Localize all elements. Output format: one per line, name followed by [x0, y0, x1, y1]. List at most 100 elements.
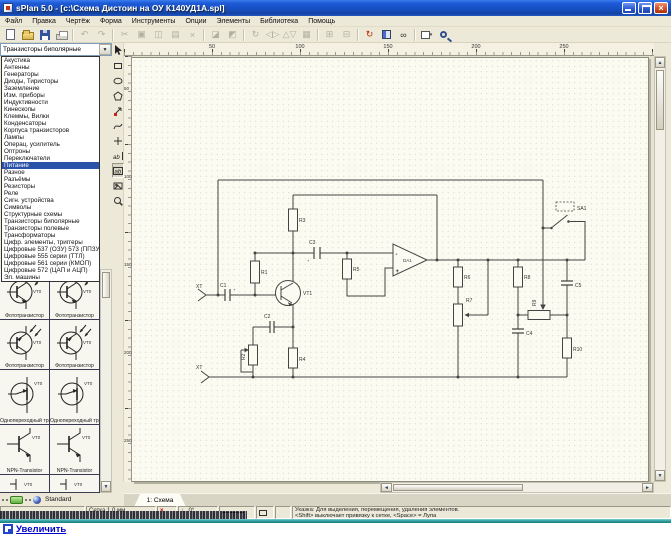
list-item[interactable]: Транзисторы биполярные — [2, 218, 99, 225]
component-cell-partial[interactable]: VT0 — [50, 475, 100, 493]
curve-tool-icon[interactable] — [112, 118, 124, 133]
vertical-scrollbar[interactable]: ▲ ▼ — [654, 56, 666, 482]
open-folder-icon[interactable] — [19, 28, 36, 42]
combo-dropdown-icon[interactable]: ▼ — [99, 44, 111, 55]
list-item[interactable]: Операц. усилитель — [2, 141, 99, 148]
list-item[interactable]: Акустика — [2, 57, 99, 64]
scroll-right-icon[interactable]: ► — [642, 483, 653, 492]
list-item[interactable]: Трансформаторы — [2, 232, 99, 239]
zoom-tool-icon[interactable] — [112, 193, 124, 208]
shape-select-icon[interactable]: ▾ — [418, 28, 435, 42]
list-item[interactable]: Цифр. элементы, триггеры — [2, 239, 99, 246]
list-item[interactable]: Цифровые 561 серии (КМОП) — [2, 260, 99, 267]
component-r1[interactable]: R1 — [251, 261, 268, 283]
component-c2[interactable]: C2 — [264, 314, 271, 320]
component-da1[interactable]: - + DA1 — [393, 244, 427, 276]
cut-icon[interactable]: ✂ — [116, 28, 133, 42]
menu-edit[interactable]: Правка — [27, 18, 61, 25]
component-c5[interactable]: C5 — [575, 283, 582, 289]
list-item[interactable]: Кинескопы — [2, 106, 99, 113]
rotate-free-icon[interactable]: ↻ — [361, 28, 378, 42]
component-cell-unijunction[interactable]: VT0 Однопереходный транз. — [50, 370, 100, 425]
scroll-down-icon[interactable]: ▼ — [101, 481, 111, 492]
list-item[interactable]: Резисторы — [2, 183, 99, 190]
list-item[interactable]: Символы — [2, 204, 99, 211]
list-item[interactable]: Цифровые 572 (ЦАП и АЦП) — [2, 267, 99, 274]
component-grid-scrollbar[interactable]: ▼ — [100, 269, 112, 493]
category-combo[interactable]: Транзисторы биполярные — [0, 43, 112, 56]
component-c4[interactable]: C4 — [526, 331, 533, 337]
component-r6[interactable]: R6 — [454, 267, 471, 287]
menu-file[interactable]: Файл — [0, 18, 27, 25]
enlarge-link[interactable]: Увеличить — [16, 524, 66, 535]
undo-icon[interactable]: ↶ — [76, 28, 93, 42]
select-tool-icon[interactable] — [112, 43, 124, 58]
group-icon[interactable]: ⊞ — [321, 28, 338, 42]
component-cell-phototransistor[interactable]: VT0 Фототранзистор — [50, 320, 100, 370]
list-item[interactable]: Эл. машины — [2, 274, 99, 281]
menu-form[interactable]: Форма — [95, 18, 127, 25]
list-item[interactable]: Оптроны — [2, 148, 99, 155]
palette-dot[interactable] — [6, 499, 8, 501]
list-item[interactable]: Реле — [2, 190, 99, 197]
menu-drawing[interactable]: Чертёж — [61, 18, 95, 25]
copy-icon[interactable]: ▣ — [133, 28, 150, 42]
list-item[interactable]: Переключатели — [2, 155, 99, 162]
menu-help[interactable]: Помощь — [303, 18, 340, 25]
scroll-down-icon[interactable]: ▼ — [655, 470, 665, 481]
component-cell-npn[interactable]: VT0 NPN-Transistor — [50, 425, 100, 475]
menu-options[interactable]: Опции — [180, 18, 211, 25]
list-item[interactable]: Корпуса транзисторов — [2, 127, 99, 134]
scrollbar-thumb[interactable] — [102, 272, 110, 298]
paste-icon[interactable]: ◫ — [150, 28, 167, 42]
textbox-tool-icon[interactable]: ab — [112, 163, 124, 178]
node-tool-icon[interactable] — [112, 133, 124, 148]
delete-icon[interactable]: × — [184, 28, 201, 42]
text-tool-icon[interactable]: ab — [112, 148, 124, 163]
minimize-button[interactable] — [622, 2, 636, 14]
menu-elements[interactable]: Элементы — [212, 18, 256, 25]
rotate-icon[interactable]: ↻ — [247, 28, 264, 42]
component-cell-unijunction[interactable]: VT0 Однопереходный транз. — [0, 370, 50, 425]
menu-library[interactable]: Библиотека — [255, 18, 303, 25]
scroll-up-icon[interactable]: ▲ — [655, 57, 665, 68]
bring-to-front-icon[interactable]: ◪ — [207, 28, 224, 42]
list-item[interactable]: Структурные схемы — [2, 211, 99, 218]
restore-button[interactable] — [638, 2, 652, 14]
properties-panel-icon[interactable] — [378, 28, 395, 42]
list-item[interactable]: Изм. приборы — [2, 92, 99, 99]
list-item[interactable]: Разное — [2, 169, 99, 176]
list-item[interactable]: Антенны — [2, 64, 99, 71]
scroll-left-icon[interactable]: ◄ — [381, 483, 392, 492]
new-icon[interactable] — [2, 28, 19, 42]
list-item[interactable]: Цифровые 537 (ОЗУ) 573 (ППЗУ) — [2, 246, 99, 253]
ellipse-tool-icon[interactable] — [112, 73, 124, 88]
menu-tools[interactable]: Инструменты — [127, 18, 181, 25]
color-sphere-icon[interactable] — [33, 496, 41, 504]
list-item[interactable]: Заземление — [2, 85, 99, 92]
component-cell-npn[interactable]: VT0 NPN-Transistor — [0, 425, 50, 475]
save-icon[interactable] — [36, 28, 53, 42]
scrollbar-thumb[interactable] — [656, 70, 664, 130]
print-icon[interactable] — [53, 28, 70, 42]
palette-dot[interactable] — [2, 499, 4, 501]
component-cell-phototransistor[interactable]: VT0 Фототранзистор — [0, 320, 50, 370]
polygon-tool-icon[interactable] — [112, 88, 124, 103]
image-tool-icon[interactable] — [112, 178, 124, 193]
list-item[interactable]: Диоды, Тиристоры — [2, 78, 99, 85]
component-vt1[interactable]: VT1 — [276, 281, 313, 307]
special-shape-tool-icon[interactable] — [112, 103, 124, 118]
layer-selector-icon[interactable] — [10, 496, 23, 504]
redo-icon[interactable]: ↷ — [93, 28, 110, 42]
list-item[interactable]: Транзисторы полевые — [2, 225, 99, 232]
palette-dot[interactable] — [29, 499, 31, 501]
list-item[interactable]: Сигн. устройства — [2, 197, 99, 204]
component-r2[interactable]: R2 — [241, 345, 258, 365]
scrollbar-thumb[interactable] — [393, 484, 523, 491]
list-item[interactable]: Генераторы — [2, 71, 99, 78]
component-r9[interactable]: R9 — [528, 299, 550, 319]
component-sa1[interactable]: SA1 — [550, 202, 586, 229]
list-item-selected[interactable]: Питание — [2, 162, 99, 169]
list-item[interactable]: Конденсаторы — [2, 120, 99, 127]
close-button[interactable]: × — [654, 2, 668, 14]
